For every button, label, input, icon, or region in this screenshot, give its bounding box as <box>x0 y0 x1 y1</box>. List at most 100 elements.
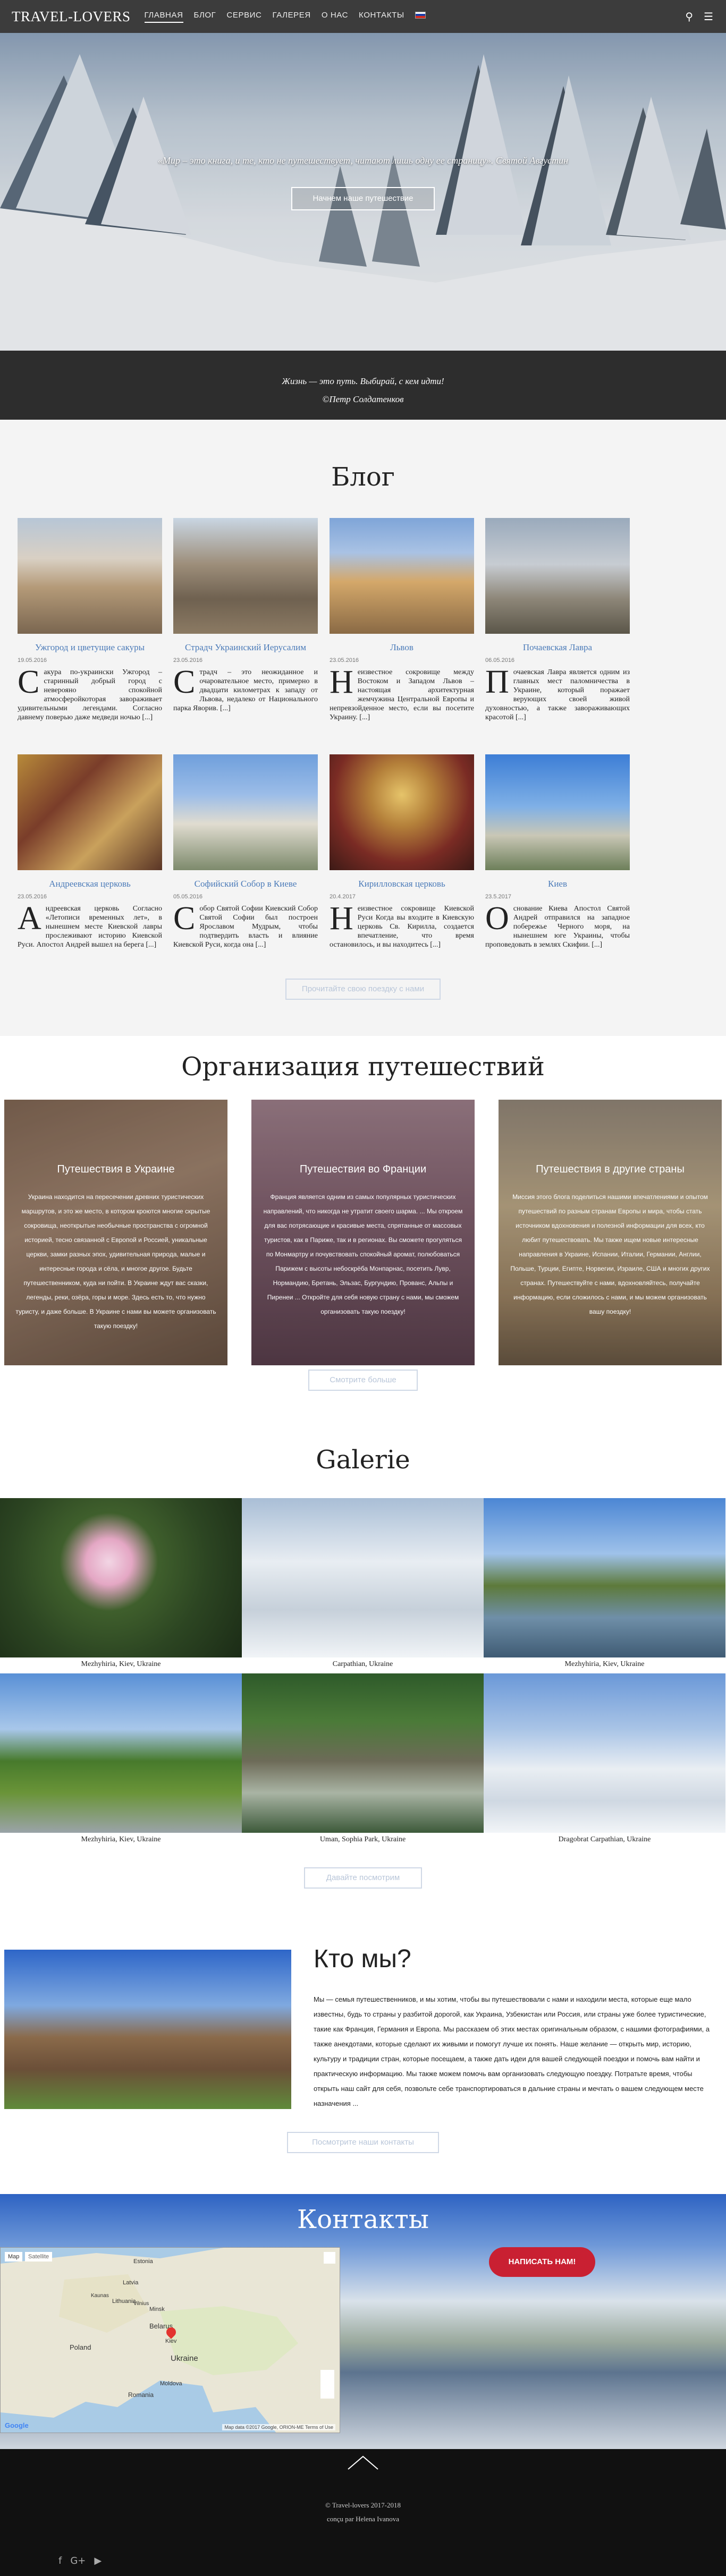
map-label: Estonia <box>133 2258 153 2265</box>
gallery-item[interactable]: Mezhyhiria, Kiev, Ukraine <box>0 1673 242 1844</box>
menu-item-home[interactable]: ГЛАВНАЯ <box>144 11 183 23</box>
map-label: Lithuania <box>112 2298 136 2305</box>
blog-card-image[interactable] <box>485 754 630 870</box>
blog-card-title[interactable]: Софийский Собор в Киеве <box>173 879 318 889</box>
gallery-image[interactable] <box>0 1673 242 1833</box>
blog-card-date: 23.05.2016 <box>18 894 47 900</box>
gallery-item[interactable]: Mezhyhiria, Kiev, Ukraine <box>484 1498 725 1669</box>
gallery-image[interactable] <box>242 1673 484 1833</box>
map-tab-satellite[interactable]: Satellite <box>25 2252 53 2262</box>
drop-cap: С <box>173 900 196 937</box>
map-zoom-controls[interactable] <box>320 2370 334 2399</box>
gallery-item[interactable]: Carpathian, Ukraine <box>242 1498 484 1669</box>
about-image <box>4 1950 291 2109</box>
gallery-image[interactable] <box>0 1498 242 1657</box>
gallery-item[interactable]: Dragobrat Carpathian, Ukraine <box>484 1673 725 1844</box>
map-terms[interactable]: Map data ©2017 Google, ORION-ME Terms of… <box>222 2424 335 2430</box>
gallery-more-button[interactable]: Давайте посмотрим <box>304 1867 422 1889</box>
hamburger-menu-icon[interactable]: ☰ <box>704 10 713 23</box>
blog-card-title[interactable]: Киев <box>485 879 630 889</box>
blog-card-image[interactable] <box>173 518 318 634</box>
blog-section: Блог Ужгород и цветущие сакуры 19.05.201… <box>0 420 726 1036</box>
contacts-title: Контакты <box>297 2205 429 2234</box>
blog-card[interactable]: Кирилловская церковь 20.4.2017 Неизвестн… <box>330 754 474 949</box>
map-label: Vilnius <box>133 2301 149 2307</box>
blog-more-button[interactable]: Прочитайте свою поездку с нами <box>285 979 441 1000</box>
blog-card-image[interactable] <box>330 518 474 634</box>
menu-item-contacts[interactable]: КОНТАКТЫ <box>359 11 404 23</box>
travel-card-other[interactable]: Путешествия в другие страны Миссия этого… <box>499 1100 722 1365</box>
search-icon[interactable]: ⚲ <box>685 10 693 23</box>
blog-card-image[interactable] <box>18 518 162 634</box>
blog-card-excerpt: Неизвестное сокровище между Востоком и З… <box>330 664 474 721</box>
blog-card-date: 23.05.2016 <box>330 657 359 664</box>
site-logo[interactable]: TRAVEL-LOVERS <box>12 8 131 25</box>
gallery-caption: Mezhyhiria, Kiev, Ukraine <box>81 1835 161 1843</box>
travel-card-ukraine[interactable]: Путешествия в Украине Украина находится … <box>4 1100 227 1365</box>
about-contacts-button[interactable]: Посмотрите наши контакты <box>287 2132 439 2153</box>
menu-item-blog[interactable]: БЛОГ <box>194 11 216 23</box>
google-logo: Google <box>5 2421 29 2429</box>
blog-card[interactable]: Страдч Украинский Иерусалим 23.05.2016 С… <box>173 518 318 713</box>
gallery-caption: Mezhyhiria, Kiev, Ukraine <box>81 1660 161 1668</box>
about-section: Кто мы? Мы — семья путешественников, и м… <box>0 1907 726 2194</box>
blog-card-title[interactable]: Страдч Украинский Иерусалим <box>173 642 318 653</box>
gallery-caption: Uman, Sophia Park, Ukraine <box>319 1835 406 1843</box>
blog-card[interactable]: Почаевская Лавра 06.05.2016 Почаевская Л… <box>485 518 630 722</box>
blog-card-image[interactable] <box>485 518 630 634</box>
main-menu: ГЛАВНАЯ БЛОГ СЕРВИС ГАЛЕРЕЯ О НАС КОНТАК… <box>144 11 426 23</box>
blog-card-title[interactable]: Почаевская Лавра <box>485 642 630 653</box>
about-text: Мы — семья путешественников, и мы хотим,… <box>314 1995 710 2107</box>
drop-cap: С <box>18 664 40 700</box>
fullscreen-icon[interactable] <box>324 2252 335 2264</box>
social-links: f G+ ▶ <box>58 2555 110 2566</box>
blog-card-date: 19.05.2016 <box>18 657 47 664</box>
blog-card-title[interactable]: Андреевская церковь <box>18 879 162 889</box>
menu-item-gallery[interactable]: ГАЛЕРЕЯ <box>272 11 310 23</box>
blog-card-date: 20.4.2017 <box>330 894 356 900</box>
blog-card-excerpt: Андреевская церковь Согласно «Летописи в… <box>18 900 162 949</box>
travel-card-title: Путешествия в Украине <box>57 1163 175 1175</box>
hero-banner: «Мир – это книга, и те, кто не путешеств… <box>0 33 726 351</box>
google-plus-icon[interactable]: G+ <box>70 2555 86 2566</box>
map-label: Minsk <box>149 2306 165 2313</box>
chevron-up-icon[interactable] <box>347 2454 379 2470</box>
blog-card[interactable]: Львов 23.05.2016 Неизвестное сокровище м… <box>330 518 474 722</box>
blog-card-image[interactable] <box>330 754 474 870</box>
blog-card-image[interactable] <box>18 754 162 870</box>
band-quote: Жизнь — это путь. Выбирай, с кем идти! <box>282 376 444 386</box>
gallery-image[interactable] <box>242 1498 484 1657</box>
gallery-item[interactable]: Mezhyhiria, Kiev, Ukraine <box>0 1498 242 1669</box>
gallery-item[interactable]: Uman, Sophia Park, Ukraine <box>242 1673 484 1844</box>
blog-card-title[interactable]: Кирилловская церковь <box>330 879 474 889</box>
copyright: © Travel-lovers 2017-2018 <box>325 2501 401 2509</box>
blog-card[interactable]: Софийский Собор в Киеве 05.05.2016 Собор… <box>173 754 318 949</box>
gallery-image[interactable] <box>484 1498 725 1657</box>
gallery-caption: Carpathian, Ukraine <box>332 1660 393 1668</box>
blog-card-title[interactable]: Львов <box>330 642 474 653</box>
blog-card-title[interactable]: Ужгород и цветущие сакуры <box>18 642 162 653</box>
gallery-image[interactable] <box>484 1673 725 1833</box>
travel-more-button[interactable]: Смотрите больше <box>308 1370 418 1391</box>
drop-cap: Н <box>330 900 353 937</box>
blog-card-excerpt: Почаевская Лавра является одним из главн… <box>485 664 630 721</box>
blog-card[interactable]: Киев 23.5.2017 Основание Киева Апостол С… <box>485 754 630 949</box>
start-journey-button[interactable]: Начнем наше путешествие <box>291 187 435 210</box>
map-label: Romania <box>128 2391 154 2399</box>
youtube-icon[interactable]: ▶ <box>94 2555 102 2566</box>
blog-card-image[interactable] <box>173 754 318 870</box>
write-us-button[interactable]: НАПИСАТЬ НАМ! <box>489 2247 595 2277</box>
gallery-caption: Mezhyhiria, Kiev, Ukraine <box>564 1660 645 1668</box>
blog-card[interactable]: Андреевская церковь 23.05.2016 Андреевск… <box>18 754 162 949</box>
blog-card-date: 06.05.2016 <box>485 657 515 664</box>
drop-cap: А <box>18 900 41 937</box>
menu-item-service[interactable]: СЕРВИС <box>226 11 261 23</box>
facebook-icon[interactable]: f <box>58 2555 62 2566</box>
travel-card-france[interactable]: Путешествия во Франции Франция является … <box>251 1100 475 1365</box>
map-tab-map[interactable]: Map <box>5 2252 23 2262</box>
language-flag-icon[interactable] <box>415 11 426 19</box>
menu-item-about[interactable]: О НАС <box>322 11 348 23</box>
google-map[interactable]: Map Satellite Estonia Latvia Lithuania B… <box>0 2247 340 2433</box>
band-quote-author: ©Петр Солдатенков <box>322 394 404 404</box>
blog-card[interactable]: Ужгород и цветущие сакуры 19.05.2016 Сак… <box>18 518 162 722</box>
